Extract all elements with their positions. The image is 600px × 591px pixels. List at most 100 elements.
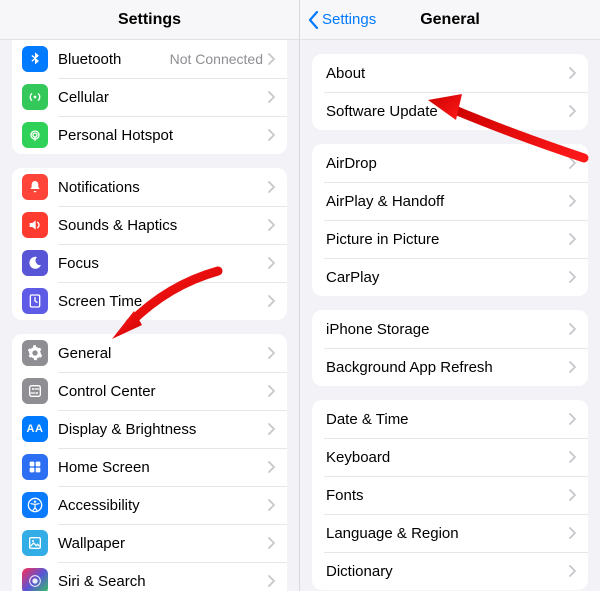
back-label: Settings [322,11,376,28]
chevron-right-icon [569,361,576,373]
row-label: Accessibility [58,497,268,514]
row-iphone-storage[interactable]: iPhone Storage [312,310,588,348]
row-airdrop[interactable]: AirDrop [312,144,588,182]
row-sounds-haptics[interactable]: Sounds & Haptics [12,206,287,244]
chevron-right-icon [569,565,576,577]
chevron-right-icon [268,347,275,359]
settings-group: Notifications Sounds & Haptics Focus Screen… [12,168,287,320]
chevron-right-icon [569,451,576,463]
settings-group: About Software Update [312,54,588,130]
chevron-right-icon [268,537,275,549]
chevron-right-icon [569,105,576,117]
settings-scroll[interactable]: BluetoothNot Connected Cellular Personal H… [0,40,299,591]
general-panel: Settings General About Software Update Air… [300,0,600,591]
row-fonts[interactable]: Fonts [312,476,588,514]
settings-panel: Settings BluetoothNot Connected Cellular P… [0,0,300,591]
chevron-right-icon [569,489,576,501]
chevron-right-icon [268,575,275,587]
row-label: Background App Refresh [326,359,569,376]
chevron-right-icon [268,295,275,307]
chevron-right-icon [569,271,576,283]
row-label: Display & Brightness [58,421,268,438]
row-label: Notifications [58,179,268,196]
sounds-icon [22,212,48,238]
row-label: Bluetooth [58,51,170,68]
chevron-right-icon [569,413,576,425]
row-about[interactable]: About [312,54,588,92]
settings-group: BluetoothNot Connected Cellular Personal H… [12,40,287,154]
chevron-right-icon [569,157,576,169]
cellular-icon [22,84,48,110]
row-label: Home Screen [58,459,268,476]
settings-navbar: Settings [0,0,299,40]
chevron-right-icon [268,219,275,231]
chevron-right-icon [268,423,275,435]
notifications-icon [22,174,48,200]
chevron-right-icon [268,129,275,141]
row-label: Fonts [326,487,569,504]
row-carplay[interactable]: CarPlay [312,258,588,296]
row-label: Language & Region [326,525,569,542]
row-control-center[interactable]: Control Center [12,372,287,410]
settings-group: Date & Time Keyboard Fonts Language & Regio… [312,400,588,590]
screentime-icon [22,288,48,314]
wallpaper-icon [22,530,48,556]
controlcenter-icon [22,378,48,404]
chevron-right-icon [569,67,576,79]
row-label: Control Center [58,383,268,400]
row-label: Software Update [326,103,569,120]
row-label: Picture in Picture [326,231,569,248]
chevron-right-icon [569,527,576,539]
row-cellular[interactable]: Cellular [12,78,287,116]
row-notifications[interactable]: Notifications [12,168,287,206]
general-icon [22,340,48,366]
row-label: General [58,345,268,362]
chevron-right-icon [268,385,275,397]
row-focus[interactable]: Focus [12,244,287,282]
row-keyboard[interactable]: Keyboard [312,438,588,476]
display-icon: AA [22,416,48,442]
chevron-right-icon [268,91,275,103]
row-label: Cellular [58,89,268,106]
focus-icon [22,250,48,276]
chevron-right-icon [268,461,275,473]
row-label: Siri & Search [58,573,268,590]
row-accessibility[interactable]: Accessibility [12,486,287,524]
row-label: AirDrop [326,155,569,172]
row-label: Sounds & Haptics [58,217,268,234]
row-personal-hotspot[interactable]: Personal Hotspot [12,116,287,154]
row-picture-in-picture[interactable]: Picture in Picture [312,220,588,258]
chevron-right-icon [569,195,576,207]
chevron-right-icon [569,233,576,245]
general-scroll[interactable]: About Software Update AirDrop AirPlay & Han… [300,40,600,591]
general-navbar: Settings General [300,0,600,40]
hotspot-icon [22,122,48,148]
back-button[interactable]: Settings [308,11,376,29]
homescreen-icon [22,454,48,480]
row-home-screen[interactable]: Home Screen [12,448,287,486]
row-detail: Not Connected [170,51,263,67]
row-display-brightness[interactable]: AA Display & Brightness [12,410,287,448]
row-language-region[interactable]: Language & Region [312,514,588,552]
row-label: Personal Hotspot [58,127,268,144]
settings-group: AirDrop AirPlay & Handoff Picture in Pictu… [312,144,588,296]
chevron-right-icon [268,181,275,193]
row-date-time[interactable]: Date & Time [312,400,588,438]
row-label: Focus [58,255,268,272]
row-bluetooth[interactable]: BluetoothNot Connected [12,40,287,78]
row-general[interactable]: General [12,334,287,372]
row-background-app-refresh[interactable]: Background App Refresh [312,348,588,386]
row-label: CarPlay [326,269,569,286]
row-screen-time[interactable]: Screen Time [12,282,287,320]
row-software-update[interactable]: Software Update [312,92,588,130]
row-dictionary[interactable]: Dictionary [312,552,588,590]
row-label: Wallpaper [58,535,268,552]
row-wallpaper[interactable]: Wallpaper [12,524,287,562]
general-title: General [420,11,480,29]
row-airplay-handoff[interactable]: AirPlay & Handoff [312,182,588,220]
chevron-right-icon [569,323,576,335]
row-label: About [326,65,569,82]
row-siri-search[interactable]: Siri & Search [12,562,287,591]
chevron-right-icon [268,499,275,511]
row-label: Keyboard [326,449,569,466]
